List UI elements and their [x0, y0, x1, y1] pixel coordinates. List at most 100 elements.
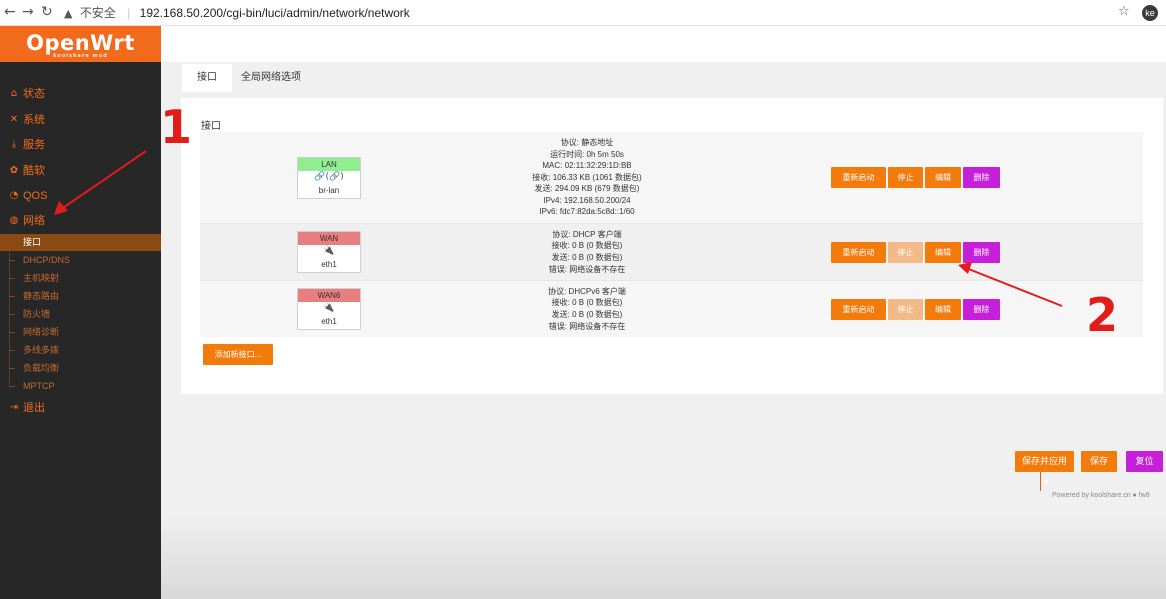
- sidebar-item-label: 系统: [23, 114, 45, 126]
- sidebar-subitem-hosts[interactable]: 主机映射: [0, 270, 161, 287]
- restart-button[interactable]: 重新启动: [831, 298, 886, 320]
- sidebar-item-services[interactable]: ⤓ 服务: [0, 135, 161, 155]
- save-apply-button[interactable]: 保存并应用 ▼: [1015, 451, 1074, 491]
- powered-by: Powered by koolshare.cn ● fw8: [1052, 492, 1150, 499]
- interfaces-table: LAN 🔗(🔗) br-lan 协议: 静态地址 运行时间: 0h 5m 50s…: [200, 132, 1143, 337]
- sidebar-item-software[interactable]: ✿ 酷软: [0, 161, 161, 181]
- delete-button[interactable]: 删除: [963, 167, 1000, 188]
- logout-icon: ⇥: [9, 402, 19, 413]
- interface-badge-wan6: WAN6 🔌 eth1: [297, 288, 361, 330]
- reload-icon[interactable]: ↻: [41, 4, 53, 20]
- restart-button[interactable]: 重新启动: [831, 241, 886, 263]
- download-icon: ⤓: [11, 139, 17, 150]
- url-field[interactable]: ▲ 不安全 | 192.168.50.200/cgi-bin/luci/admi…: [64, 4, 410, 21]
- sidebar-subitem-diagnostics[interactable]: 网络诊断: [0, 324, 161, 341]
- interface-name: WAN: [298, 232, 360, 245]
- interface-name: LAN: [298, 157, 360, 171]
- arrow-left-icon[interactable]: ←: [4, 4, 16, 20]
- sidebar-item-status[interactable]: ⌂ 状态: [0, 84, 161, 104]
- reset-button[interactable]: 复位: [1126, 451, 1163, 472]
- sidebar-subitem-firewall[interactable]: 防火墙: [0, 306, 161, 323]
- annotation-number-2: 2: [1086, 288, 1119, 342]
- stop-button: 停止: [888, 298, 923, 320]
- sidebar-item-label: 服务: [23, 139, 45, 151]
- interface-badge-lan: LAN 🔗(🔗) br-lan: [297, 156, 361, 199]
- table-row: LAN 🔗(🔗) br-lan 协议: 静态地址 运行时间: 0h 5m 50s…: [200, 132, 1143, 224]
- panel-title: 接口: [201, 121, 221, 132]
- globe-icon: ◍: [9, 215, 19, 226]
- edit-button[interactable]: 编辑: [925, 167, 961, 188]
- subitem-label: 负载均衡: [23, 363, 60, 373]
- add-interface-button[interactable]: 添加新接口...: [203, 344, 273, 365]
- subitem-label: 静态路由: [23, 291, 60, 301]
- interface-info: 协议: 静态地址 运行时间: 0h 5m 50s MAC: 02:11:32:2…: [382, 132, 792, 224]
- interface-info: 协议: DHCPv6 客户端 接收: 0 B (0 数据包) 发送: 0 B (…: [382, 280, 792, 337]
- ethernet-port-icon: 🔌: [323, 246, 335, 256]
- caret-down-icon[interactable]: ▼: [1039, 472, 1052, 491]
- tools-icon: ✕: [9, 114, 19, 125]
- subitem-label: 主机映射: [23, 273, 60, 283]
- table-row: WAN6 🔌 eth1 协议: DHCPv6 客户端 接收: 0 B (0 数据…: [200, 280, 1143, 337]
- gauge-icon: ◔: [9, 190, 19, 201]
- sidebar-item-label: QOS: [23, 190, 48, 202]
- profile-avatar[interactable]: ke: [1142, 5, 1158, 21]
- stop-button: 停止: [888, 241, 923, 263]
- sidebar-item-system[interactable]: ✕ 系统: [0, 110, 161, 130]
- interface-device: br-lan: [318, 185, 340, 195]
- edit-button[interactable]: 编辑: [925, 298, 961, 320]
- subitem-label: 网络诊断: [23, 327, 60, 337]
- subitem-label: 接口: [23, 237, 42, 247]
- sidebar-item-label: 网络: [23, 215, 45, 227]
- insecure-label: 不安全: [79, 6, 116, 20]
- arrow-right-icon[interactable]: →: [22, 4, 34, 20]
- tab-interfaces[interactable]: 接口: [182, 64, 232, 92]
- annotation-number-1: 1: [160, 100, 193, 154]
- delete-button[interactable]: 删除: [963, 241, 1000, 263]
- star-icon[interactable]: ☆: [1118, 4, 1130, 19]
- restart-button[interactable]: 重新启动: [831, 167, 886, 188]
- stop-button[interactable]: 停止: [888, 167, 923, 188]
- tab-global-options[interactable]: 全局网络选项: [226, 64, 316, 92]
- sidebar-item-label: 退出: [23, 402, 45, 414]
- logo-subtitle: koolshare mod: [53, 53, 108, 59]
- interface-info: 协议: DHCP 客户端 接收: 0 B (0 数据包) 发送: 0 B (0 …: [382, 223, 792, 281]
- sidebar-item-label: 酷软: [23, 165, 45, 177]
- sidebar-subitem-dhcp-dns[interactable]: DHCP/DNS: [0, 252, 161, 269]
- save-button[interactable]: 保存: [1081, 451, 1117, 472]
- interface-device: eth1: [321, 260, 337, 269]
- interface-name: WAN6: [298, 289, 360, 302]
- sidebar-subitem-mptcp[interactable]: MPTCP: [0, 378, 161, 395]
- logo-text: OpenWrt: [26, 31, 135, 55]
- interface-badge-wan: WAN 🔌 eth1: [297, 231, 361, 273]
- sidebar-subitem-static-routes[interactable]: 静态路由: [0, 288, 161, 305]
- save-apply-label: 保存并应用: [1021, 456, 1067, 466]
- interface-device: eth1: [321, 317, 337, 326]
- tab-bar: 接口 全局网络选项: [182, 64, 1166, 92]
- subitem-label: 防火墙: [23, 309, 51, 319]
- ethernet-port-icon: 🔌: [323, 303, 335, 313]
- sidebar-subitem-multiwan[interactable]: 多线多拨: [0, 342, 161, 359]
- sidebar-item-label: 状态: [23, 88, 45, 100]
- page-bottom-fade: [161, 515, 1166, 599]
- cog-icon: ✿: [9, 165, 19, 176]
- bridge-icon: 🔗(🔗): [314, 171, 344, 182]
- sidebar-item-logout[interactable]: ⇥ 退出: [0, 398, 161, 418]
- sidebar-item-qos[interactable]: ◔ QOS: [0, 186, 161, 206]
- sidebar-subitem-load-balance[interactable]: 负载均衡: [0, 360, 161, 377]
- subitem-label: DHCP/DNS: [23, 255, 71, 265]
- delete-button[interactable]: 删除: [963, 298, 1000, 320]
- sidebar-item-network[interactable]: ◍ 网络: [0, 211, 161, 231]
- url-text: 192.168.50.200/cgi-bin/luci/admin/networ…: [139, 6, 410, 20]
- subitem-label: MPTCP: [23, 381, 55, 391]
- browser-address-bar: ← → ↻ ▲ 不安全 | 192.168.50.200/cgi-bin/luc…: [0, 0, 1166, 26]
- sidebar: OpenWrt koolshare mod ⌂ 状态 ✕ 系统 ⤓ 服务 ✿ 酷…: [0, 26, 161, 599]
- url-separator: |: [127, 6, 131, 20]
- edit-button[interactable]: 编辑: [925, 241, 961, 263]
- table-row: WAN 🔌 eth1 协议: DHCP 客户端 接收: 0 B (0 数据包) …: [200, 223, 1143, 281]
- sidebar-subitem-interfaces[interactable]: 接口: [0, 234, 161, 251]
- warning-icon: ▲: [64, 7, 73, 20]
- home-icon: ⌂: [10, 88, 18, 99]
- subitem-label: 多线多拨: [23, 345, 60, 355]
- openwrt-logo[interactable]: OpenWrt koolshare mod: [0, 26, 161, 62]
- header-bar: [161, 26, 1166, 62]
